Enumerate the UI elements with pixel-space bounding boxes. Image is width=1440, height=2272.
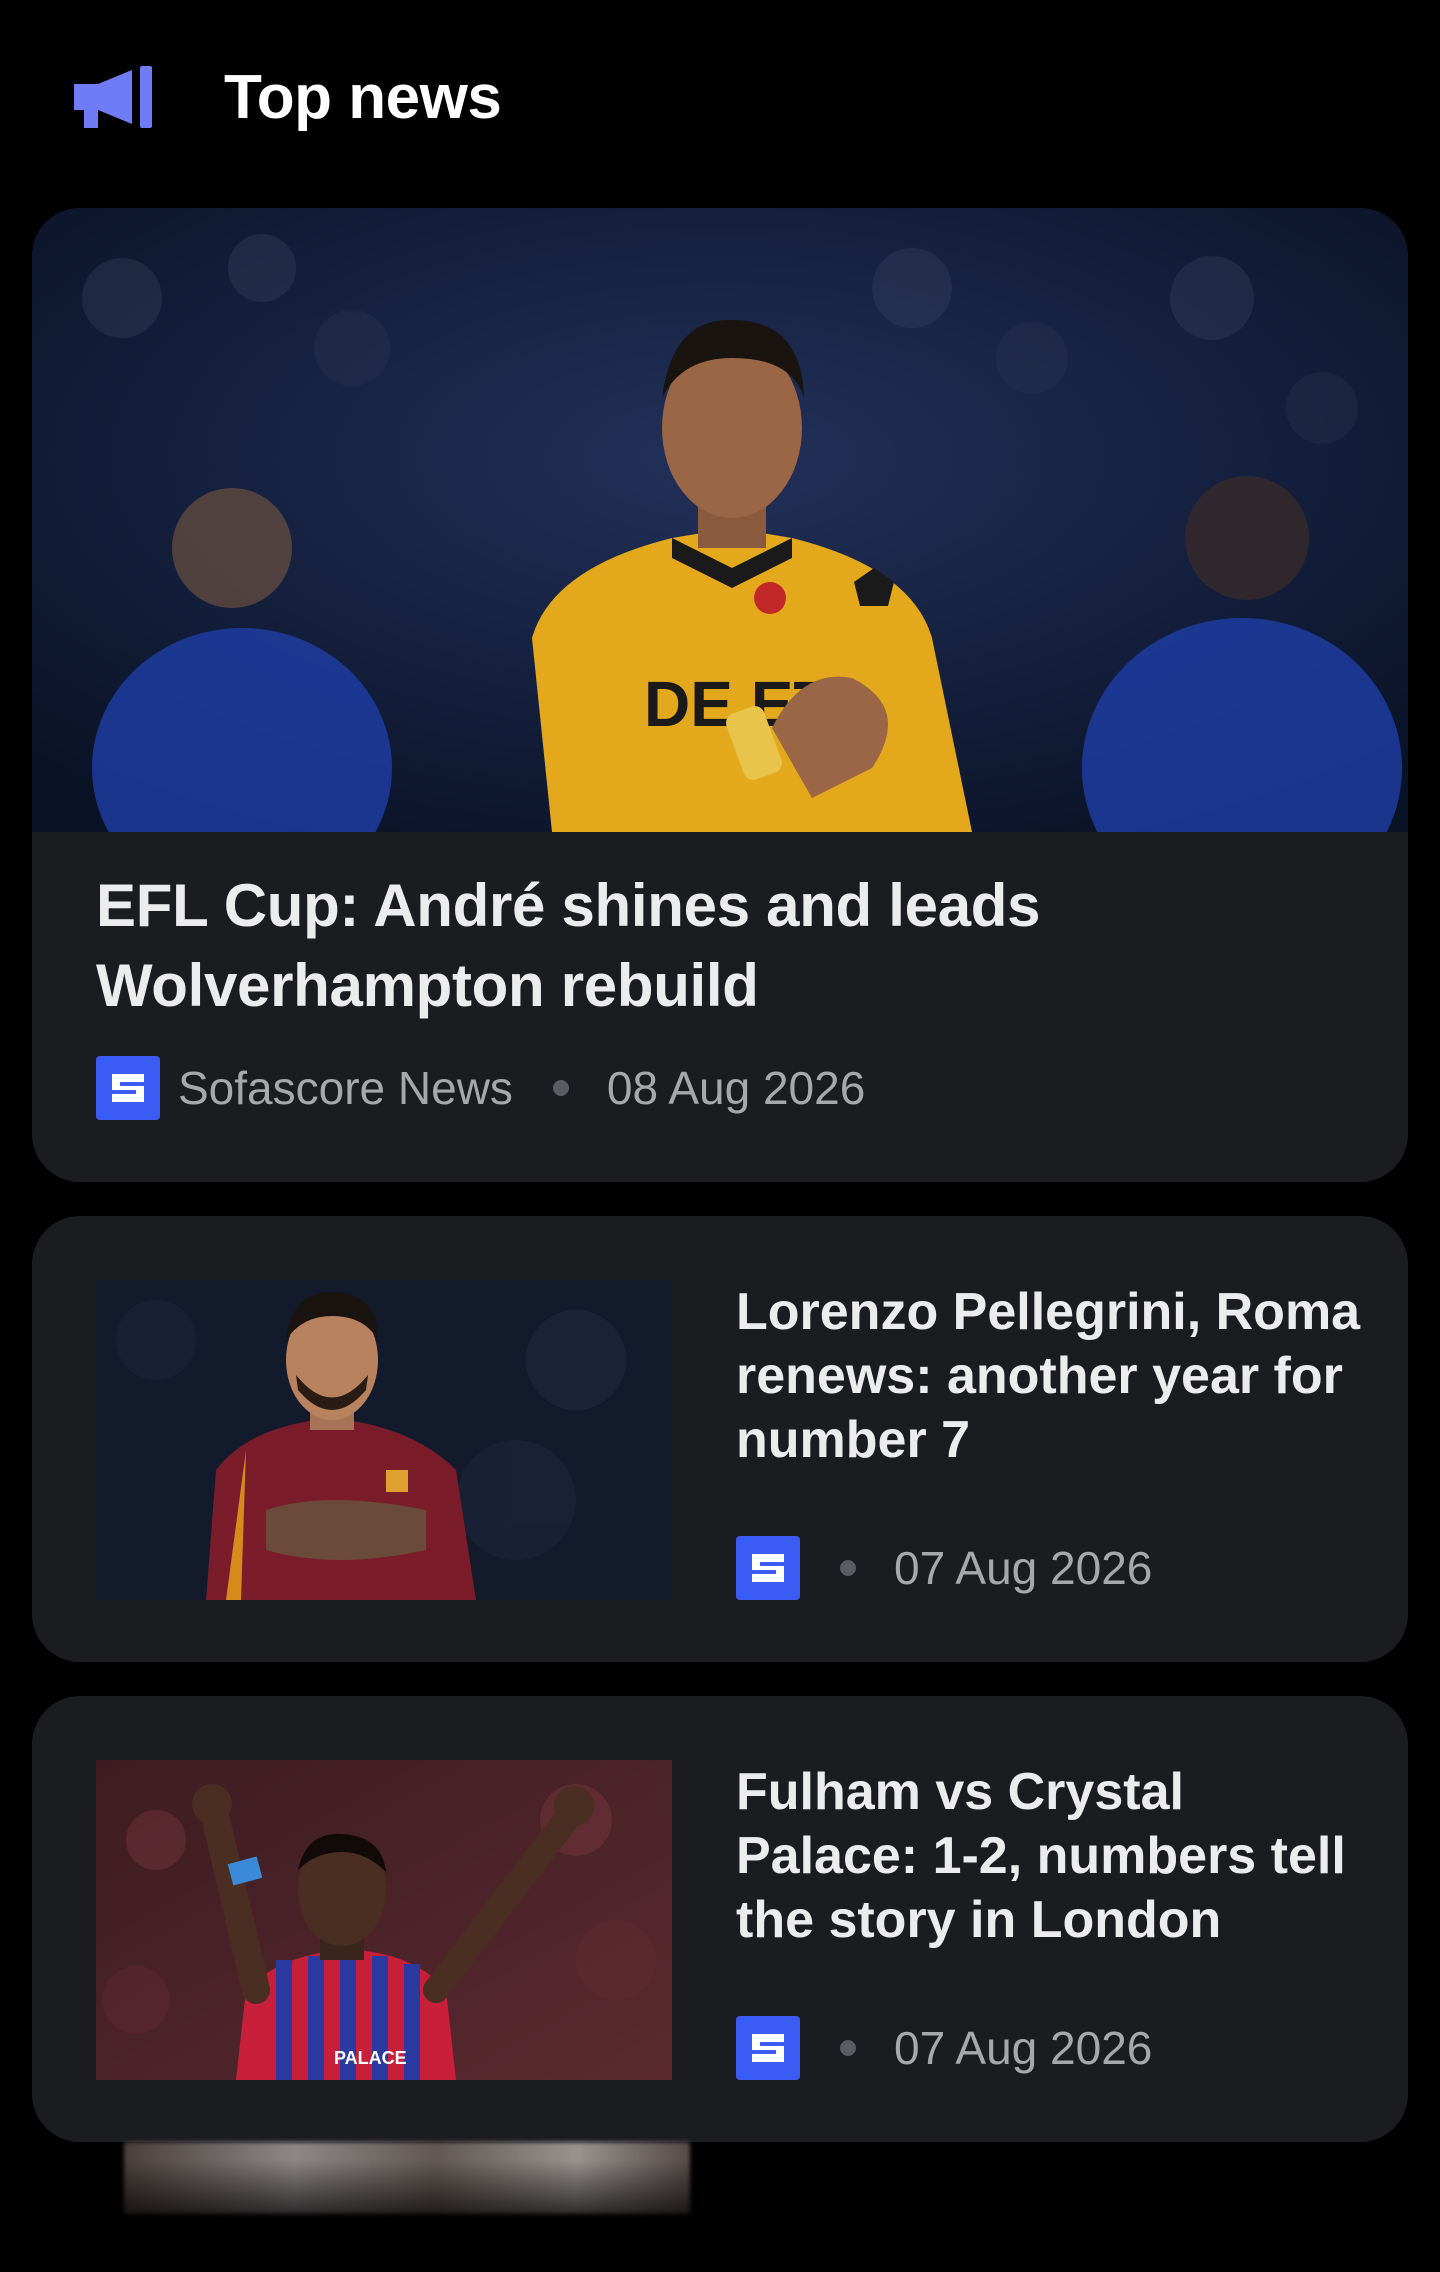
- news-date: 08 Aug 2026: [606, 1062, 866, 1114]
- news-meta: 07 Aug 2026: [736, 2016, 1152, 2080]
- separator-dot: [552, 1080, 569, 1096]
- sofascore-logo-icon: [96, 1056, 160, 1120]
- news-meta: 07 Aug 2026: [736, 1536, 1152, 1600]
- sofascore-logo-icon: [736, 1536, 800, 1600]
- news-source: Sofascore News: [178, 1062, 513, 1114]
- separator-dot: [840, 2040, 856, 2056]
- svg-text:PALACE: PALACE: [334, 2048, 407, 2068]
- separator-dot: [840, 1560, 856, 1576]
- section-header: Top news: [0, 0, 1440, 200]
- page-title: Top news: [224, 63, 502, 132]
- news-card[interactable]: PALACE Fulham vs Crystal Palace: 1-2, nu…: [32, 1696, 1408, 2142]
- news-title: Lorenzo Pellegrini, Roma renews: another…: [736, 1283, 1361, 1469]
- news-card[interactable]: Lorenzo Pellegrini, Roma renews: another…: [32, 1216, 1408, 1662]
- sofascore-logo-icon: [736, 2016, 800, 2080]
- news-image: PALACE: [96, 1760, 672, 2080]
- megaphone-icon: [74, 66, 152, 128]
- news-date: 07 Aug 2026: [894, 2022, 1153, 2074]
- news-image: [96, 1280, 672, 1600]
- news-meta: Sofascore News 08 Aug 2026: [96, 1056, 865, 1120]
- scroll-fade: [0, 2160, 1440, 2272]
- news-date: 07 Aug 2026: [894, 1542, 1153, 1594]
- news-title: EFL Cup: André shines and leads Wolverha…: [96, 872, 1041, 1019]
- news-card-featured[interactable]: DE ET EFL Cup: André shines and leads Wo…: [32, 208, 1408, 1182]
- news-image: DE ET: [32, 208, 1408, 832]
- news-title: Fulham vs Crystal Palace: 1-2, numbers t…: [736, 1763, 1346, 1949]
